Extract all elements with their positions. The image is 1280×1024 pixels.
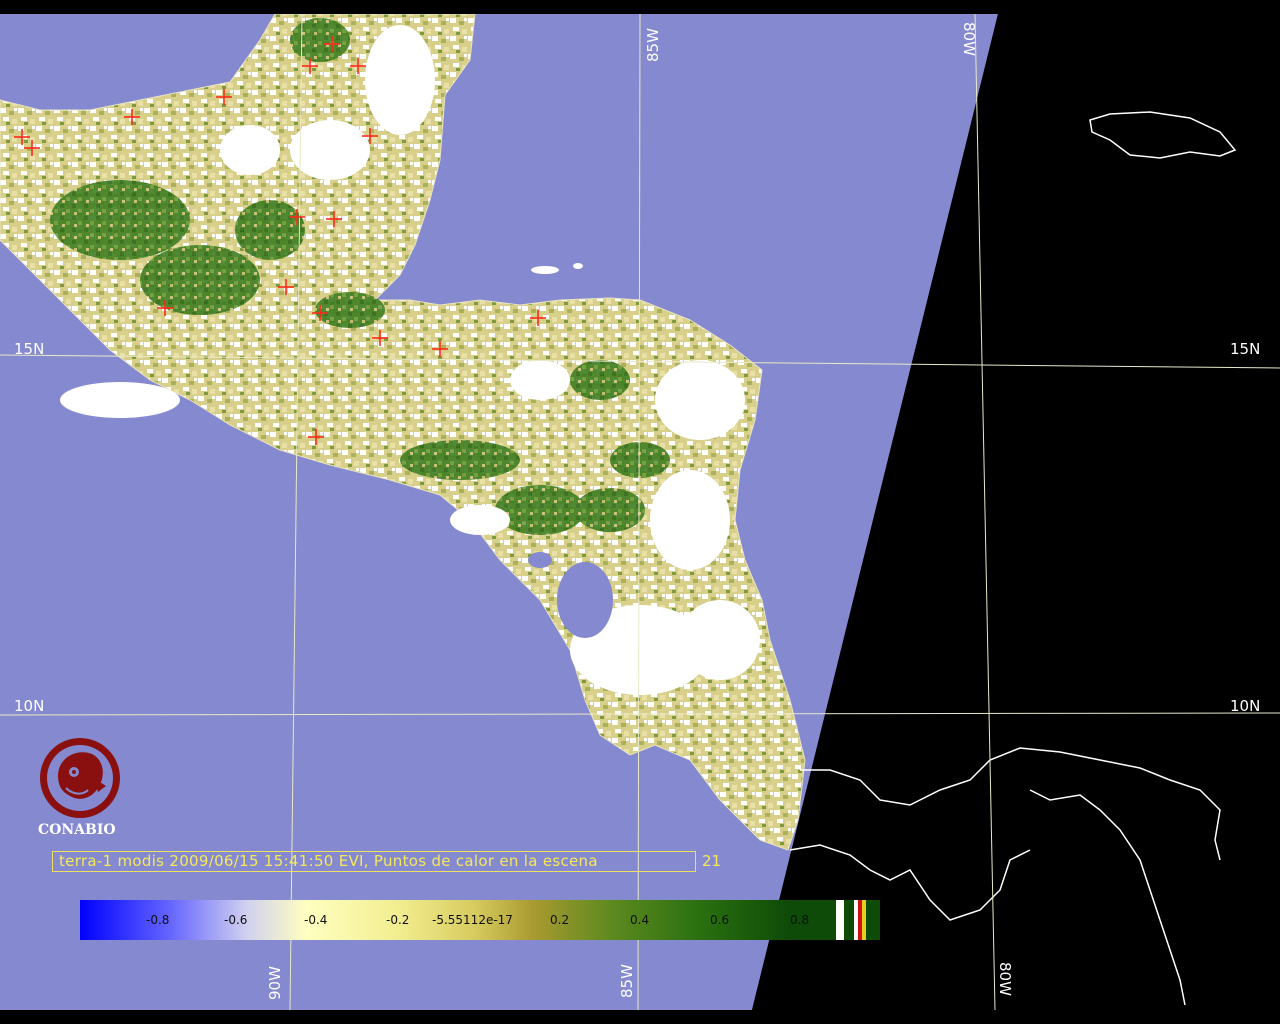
colorbar-tick: -0.8 [146, 913, 170, 927]
hotspot-count: 21 [702, 852, 722, 870]
lon-label-80w-top: 80W [960, 22, 978, 56]
colorbar-tick: 0.8 [790, 913, 810, 927]
lon-label-90w-bottom: 90W [266, 966, 284, 1000]
lat-label-15n-left: 15N [14, 340, 45, 358]
colorbar-tick: -0.4 [304, 913, 328, 927]
evi-satellite-map: 15N 15N 10N 10N 85W 80W 90W 85W 80W CONA… [0, 0, 1280, 1024]
lon-label-85w-top: 85W [644, 28, 662, 62]
scene-caption: terra-1 modis 2009/06/15 15:41:50 EVI, P… [52, 851, 696, 872]
colorbar-tick: 0.2 [550, 913, 570, 927]
lon-label-85w-bottom: 85W [618, 964, 636, 998]
conabio-wordmark: CONABIO [38, 822, 116, 838]
colorbar-tick: -5.55112e-17 [432, 913, 513, 927]
lake-managua [528, 552, 552, 568]
lat-label-10n-right: 10N [1230, 697, 1261, 715]
lat-label-15n-right: 15N [1230, 340, 1261, 358]
colorbar-tick: -0.2 [386, 913, 410, 927]
colorbar-tick: 0.6 [710, 913, 730, 927]
colorbar-labels: -0.8 -0.6 -0.4 -0.2 -5.55112e-17 0.2 0.4… [80, 900, 880, 940]
lon-label-80w-bottom: 80W [996, 962, 1014, 996]
lat-label-10n-left: 10N [14, 697, 45, 715]
colorbar-tick: 0.4 [630, 913, 650, 927]
colorbar-tick: -0.6 [224, 913, 248, 927]
lake-nicaragua [557, 562, 613, 638]
